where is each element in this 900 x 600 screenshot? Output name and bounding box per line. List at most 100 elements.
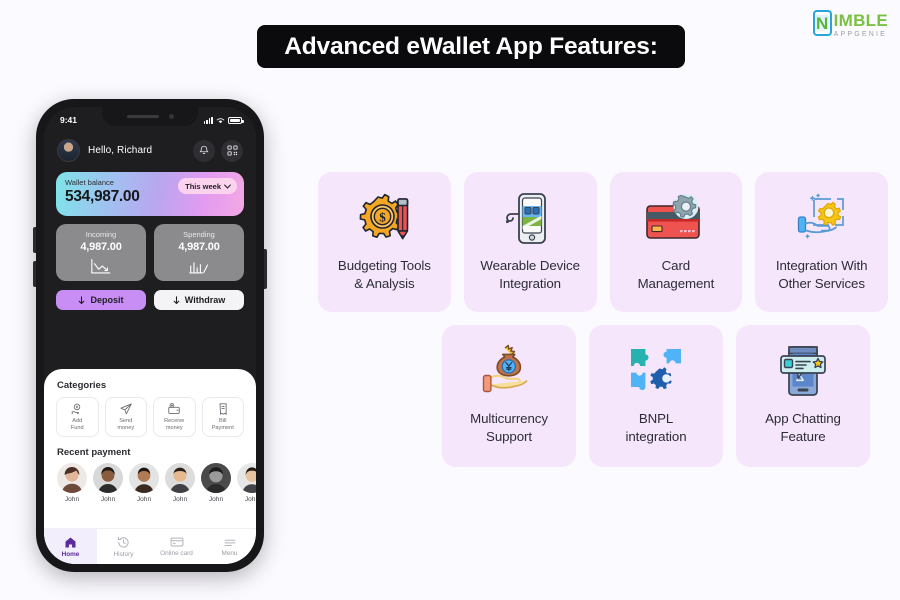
contact-name: John: [136, 496, 152, 503]
deposit-button[interactable]: Deposit: [56, 290, 146, 310]
feature-card-bnpl-integration[interactable]: BNPL integration: [589, 325, 723, 467]
credit-card-icon: [170, 537, 183, 547]
period-selector[interactable]: This week: [178, 178, 237, 194]
list-item[interactable]: John: [129, 463, 159, 503]
user-avatar[interactable]: [57, 139, 80, 162]
features-grid: $ Budgeting Tools & Analysis Wearable De…: [318, 172, 888, 467]
home-icon: [65, 536, 76, 548]
stat-card-incoming[interactable]: Incoming 4,987.00: [56, 224, 146, 281]
category-label: Send money: [117, 418, 135, 431]
nav-item-history[interactable]: History: [97, 529, 150, 564]
nav-item-online-card[interactable]: Online card: [150, 529, 203, 564]
status-time: 9:41: [60, 115, 78, 125]
bottom-navigation: Home History Online card Menu: [44, 528, 256, 564]
history-clock-icon: [117, 536, 129, 548]
nav-item-menu[interactable]: Menu: [203, 529, 256, 564]
feature-label: Budgeting Tools & Analysis: [337, 258, 431, 292]
deposit-button-label: Deposit: [90, 295, 124, 305]
action-buttons: Deposit Withdraw: [56, 290, 244, 310]
feature-card-integration-other-services[interactable]: Integration With Other Services: [755, 172, 888, 312]
avatar: [237, 463, 256, 493]
logo-mark-letter: N: [815, 13, 829, 33]
nav-label: Menu: [221, 549, 238, 557]
features-row-1: $ Budgeting Tools & Analysis Wearable De…: [318, 172, 888, 312]
stat-card-spending[interactable]: Spending 4,987.00: [154, 224, 244, 281]
category-add-fund[interactable]: Add Fund: [56, 397, 99, 437]
line-chart-down-icon: [90, 258, 112, 280]
stat-value: 4,987.00: [178, 241, 220, 253]
phone-power-button: [264, 249, 267, 289]
earpiece-speaker: [126, 114, 159, 119]
gear-dollar-pen-icon: $: [352, 185, 416, 253]
logo-phone-icon: N: [812, 10, 832, 36]
feature-card-budgeting-tools[interactable]: $ Budgeting Tools & Analysis: [318, 172, 451, 312]
feature-label: Multicurrency Support: [470, 411, 548, 445]
feature-label: Integration With Other Services: [775, 258, 868, 292]
category-receive-money[interactable]: Receive money: [153, 397, 196, 437]
recent-contacts-row: John John John John John Joh: [44, 458, 256, 503]
bell-icon[interactable]: [193, 139, 215, 162]
battery-icon: [228, 116, 244, 124]
contact-name: John: [244, 496, 256, 503]
categories-row: Add Fund Send money Receive money Bill P…: [44, 391, 256, 437]
contact-name: John: [208, 496, 224, 503]
nav-label: History: [113, 550, 134, 558]
withdraw-button[interactable]: Withdraw: [154, 290, 244, 310]
category-bill-payment[interactable]: Bill Payment: [201, 397, 244, 437]
feature-card-wearable-device[interactable]: Wearable Device Integration: [463, 172, 597, 312]
poster-root: Advanced eWallet App Features: N IMBLE A…: [0, 0, 900, 600]
hamburger-menu-icon: [224, 539, 235, 546]
wallet-balance-card: Wallet balance 534,987.00 This week: [56, 172, 244, 216]
greeting-bar: Hello, Richard: [44, 129, 256, 162]
smartwatch-icon: [499, 185, 561, 253]
greeting-actions: [193, 139, 243, 162]
feature-card-card-management[interactable]: Card Management: [609, 172, 743, 312]
feature-card-app-chatting[interactable]: App Chatting Feature: [736, 325, 870, 467]
arrow-down-icon: [79, 295, 85, 304]
list-item[interactable]: John: [237, 463, 256, 503]
wallet-plus-icon: [168, 403, 180, 415]
period-selector-label: This week: [185, 181, 221, 191]
front-camera: [168, 114, 174, 119]
greeting-text: Hello, Richard: [88, 145, 153, 156]
puzzle-gear-icon: [628, 338, 684, 406]
avatar: [165, 463, 195, 493]
contact-name: John: [64, 496, 80, 503]
list-item[interactable]: John: [93, 463, 123, 503]
hand-coin-icon: [72, 403, 81, 415]
avatar: [57, 463, 87, 493]
svg-text:$: $: [380, 210, 387, 225]
category-send-money[interactable]: Send money: [104, 397, 147, 437]
phone-screen: 9:41 Hello, Richard Wallet balance 534,9…: [44, 107, 256, 564]
categories-title: Categories: [57, 380, 107, 391]
feature-label: BNPL integration: [625, 411, 687, 445]
category-label: Add Fund: [70, 418, 84, 431]
list-item[interactable]: John: [57, 463, 87, 503]
hand-gear-frame-icon: [790, 185, 854, 253]
feature-label: Card Management: [637, 258, 715, 292]
withdraw-button-label: Withdraw: [184, 295, 226, 305]
list-item[interactable]: John: [165, 463, 195, 503]
credit-card-gear-icon: [643, 185, 709, 253]
recent-payment-title: Recent payment: [57, 447, 131, 458]
contact-name: John: [172, 496, 188, 503]
category-label: Bill Payment: [211, 418, 234, 431]
chevron-down-icon: [223, 181, 232, 189]
nav-item-home[interactable]: Home: [44, 529, 97, 564]
contact-name: John: [100, 496, 116, 503]
hand-money-bag-icon: [478, 338, 540, 406]
cellular-bars-icon: [203, 116, 213, 124]
features-row-2: Multicurrency Support BNPL integration A…: [442, 325, 888, 467]
qr-code-icon[interactable]: [221, 139, 243, 162]
avatar: [93, 463, 123, 493]
receipt-icon: [219, 403, 227, 416]
logo-word-appgenie: APPGENIE: [833, 31, 887, 38]
feature-card-multicurrency-support[interactable]: Multicurrency Support: [442, 325, 576, 467]
list-item[interactable]: John: [201, 463, 231, 503]
paper-plane-icon: [120, 403, 132, 415]
logo-word-nimble: IMBLE: [833, 11, 888, 30]
feature-label: Wearable Device Integration: [480, 258, 580, 292]
feature-label: App Chatting Feature: [765, 411, 841, 445]
logo-wordmark: IMBLE APPGENIE: [834, 10, 888, 38]
bar-chart-icon: [188, 258, 210, 280]
